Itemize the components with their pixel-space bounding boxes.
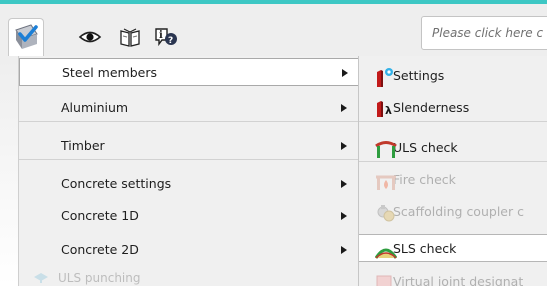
punching-icon <box>34 273 48 283</box>
submenu-item-settings[interactable]: Settings <box>359 62 547 90</box>
submenu-arrow-icon <box>341 142 347 150</box>
submenu-item-label: SLS check <box>393 241 457 256</box>
submenu-arrow-icon <box>341 212 347 220</box>
submenu-item-label: ULS check <box>393 140 458 155</box>
svg-text:?: ? <box>168 36 173 46</box>
menu-item-label: Concrete 1D <box>61 208 139 223</box>
menu-item-label: Aluminium <box>61 100 129 115</box>
slenderness-icon: λ <box>377 101 392 117</box>
menu-item-concrete-2d[interactable]: Concrete 2D <box>19 236 359 264</box>
menu-item-label: ULS punching <box>58 271 141 285</box>
submenu-item-label: Settings <box>393 68 445 83</box>
scaffolding-coupler-icon <box>377 205 395 222</box>
fire-check-icon <box>376 175 396 190</box>
svg-text:λ: λ <box>385 104 392 117</box>
menu-item-uls-punching: ULS punching <box>18 268 218 286</box>
check-icon <box>15 24 38 49</box>
submenu-item-uls-check[interactable]: ULS check <box>359 134 547 162</box>
submenu-item-slenderness[interactable]: λ Slenderness <box>359 94 547 122</box>
menu-item-label: Concrete settings <box>61 176 172 191</box>
menu-item-label: Concrete 2D <box>61 242 139 257</box>
main-menu: Steel members Aluminium Timber Concrete … <box>18 56 359 286</box>
menu-item-aluminium[interactable]: Aluminium <box>19 94 359 122</box>
submenu-item-label: Slenderness <box>393 100 470 115</box>
check-tab[interactable] <box>8 18 44 56</box>
virtual-joint-icon <box>376 275 392 286</box>
menu-item-concrete-settings[interactable]: Concrete settings <box>19 170 359 198</box>
eye-button[interactable] <box>78 25 102 49</box>
submenu-arrow-icon <box>341 246 347 254</box>
uls-frame-icon <box>375 141 397 158</box>
submenu-item-scaffolding-coupler: Scaffolding coupler c <box>359 198 547 226</box>
left-panel-strip <box>0 56 18 286</box>
menu-item-label: Timber <box>61 138 105 153</box>
menu-item-timber[interactable]: Timber <box>19 132 359 160</box>
info-help-icon: i ? <box>155 28 177 47</box>
toolbar: i ? Please click here c <box>0 4 547 56</box>
submenu-item-fire-check: Fire check <box>359 166 547 194</box>
steel-settings-icon <box>377 68 393 87</box>
book-button[interactable] <box>118 25 142 49</box>
submenu-item-label: Fire check <box>393 172 456 187</box>
info-help-button[interactable]: i ? <box>153 25 177 49</box>
steel-submenu: Settings λ Slenderness ULS check Fire ch… <box>358 56 547 286</box>
command-input-placeholder: Please click here c <box>432 26 544 40</box>
submenu-item-label: Scaffolding coupler c <box>393 204 524 219</box>
submenu-arrow-icon <box>341 180 347 188</box>
submenu-item-sls-check[interactable]: SLS check <box>359 234 547 262</box>
sls-deflection-icon <box>375 248 397 259</box>
submenu-arrow-icon <box>342 69 348 77</box>
command-input[interactable]: Please click here c <box>421 16 547 50</box>
book-icon <box>120 28 140 47</box>
eye-icon <box>78 31 102 43</box>
submenu-item-virtual-joint: Virtual joint designat <box>359 268 547 286</box>
submenu-item-label: Virtual joint designat <box>393 274 524 286</box>
menu-item-label: Steel members <box>62 65 157 80</box>
svg-text:i: i <box>159 30 163 41</box>
menu-item-steel-members[interactable]: Steel members <box>19 58 359 86</box>
menu-item-concrete-1d[interactable]: Concrete 1D <box>19 202 359 230</box>
submenu-arrow-icon <box>341 104 347 112</box>
